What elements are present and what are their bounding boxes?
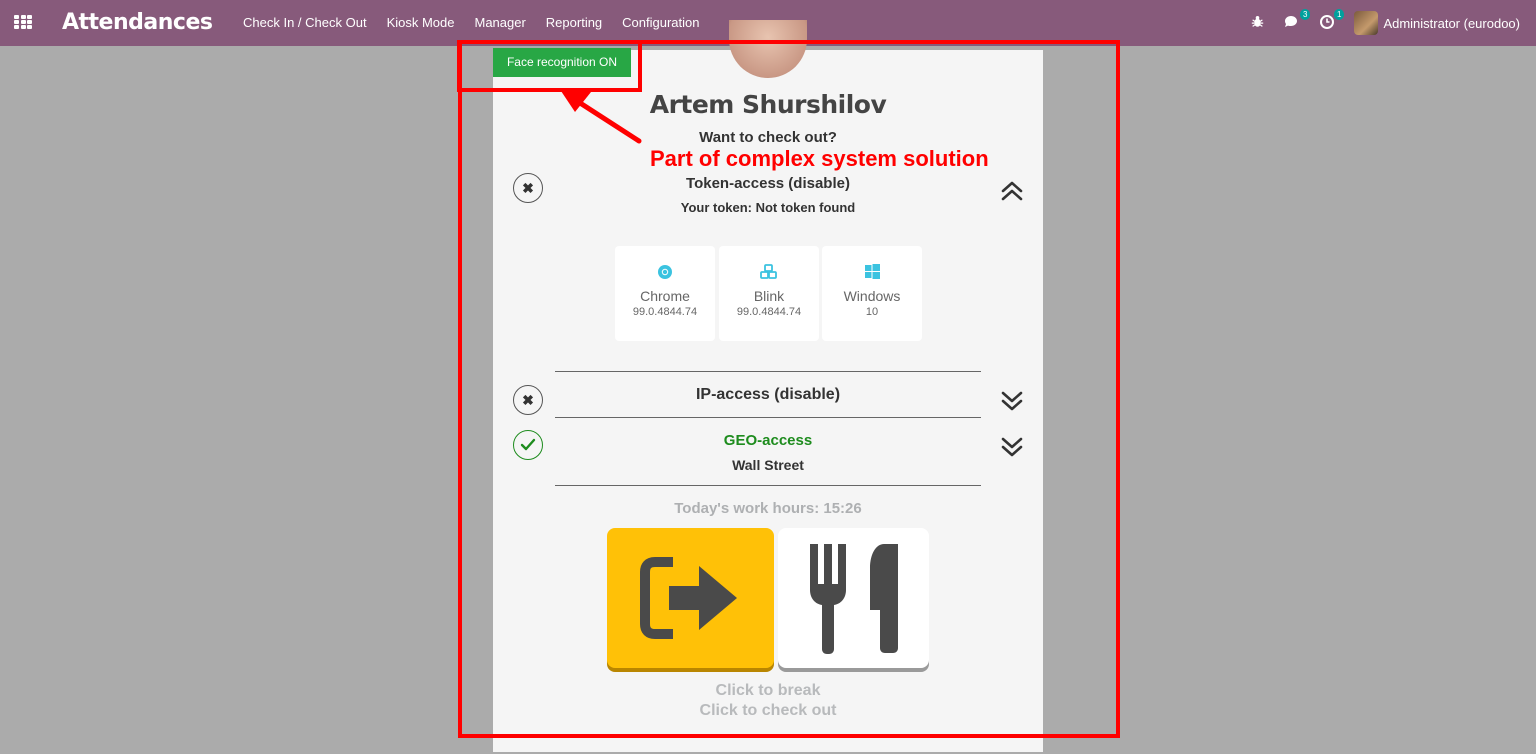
main-menu: Check In / Check Out Kiosk Mode Manager … xyxy=(243,15,720,30)
annotation-text: Part of complex system solution xyxy=(650,146,989,171)
user-avatar[interactable] xyxy=(1354,11,1379,35)
app-title[interactable]: Attendances xyxy=(62,10,213,35)
annotation-arrow-icon xyxy=(559,88,642,144)
menu-manager[interactable]: Manager xyxy=(474,15,525,30)
systray: 3 1 Administrator (eurodoo) xyxy=(1251,0,1520,46)
activities-count-badge: 1 xyxy=(1333,8,1345,20)
messages-count-badge: 3 xyxy=(1299,8,1311,20)
menu-kiosk-mode[interactable]: Kiosk Mode xyxy=(387,15,455,30)
messages-icon[interactable]: 3 xyxy=(1284,8,1311,32)
user-menu[interactable]: Administrator (eurodoo) xyxy=(1383,16,1520,31)
apps-menu-icon[interactable] xyxy=(14,15,32,30)
menu-reporting[interactable]: Reporting xyxy=(546,15,602,30)
menu-check-in-out[interactable]: Check In / Check Out xyxy=(243,15,367,30)
activities-clock-icon[interactable]: 1 xyxy=(1320,8,1345,32)
menu-configuration[interactable]: Configuration xyxy=(622,15,699,30)
debug-bug-icon[interactable] xyxy=(1251,15,1264,31)
